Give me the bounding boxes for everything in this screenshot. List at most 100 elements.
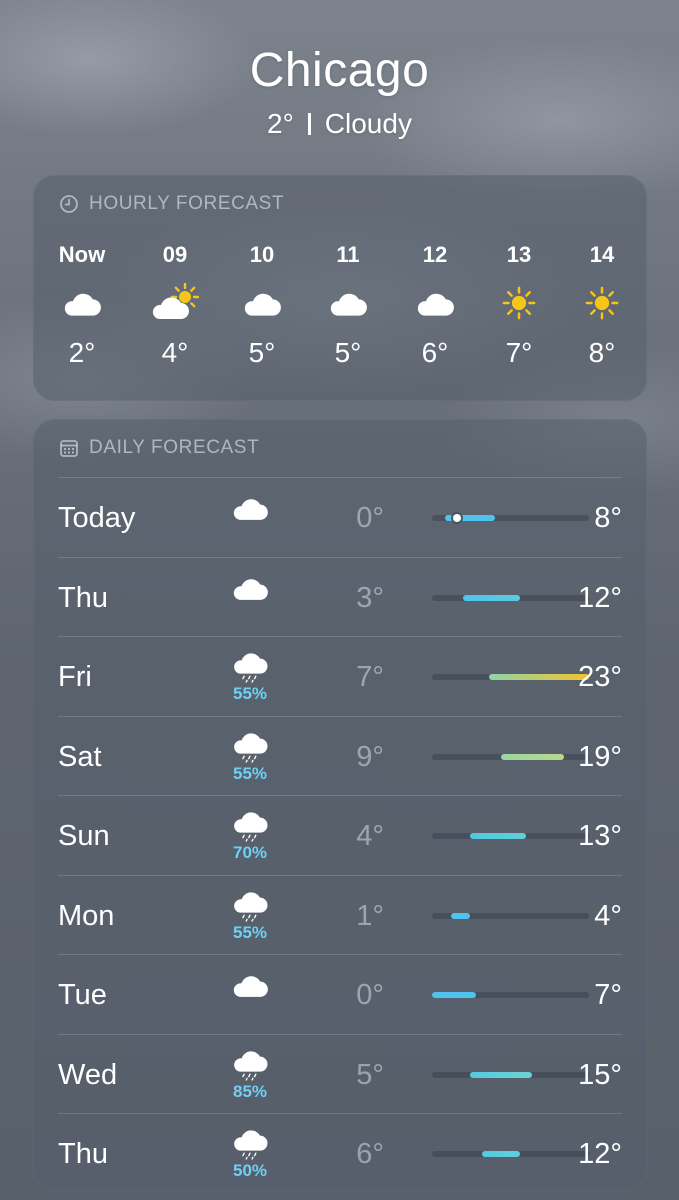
high-temp: 19°	[578, 740, 622, 773]
rain-cloud-icon	[228, 806, 272, 846]
hour-time: 09	[162, 242, 188, 267]
low-temp: 7°	[356, 661, 384, 693]
low-temp: 9°	[356, 740, 384, 773]
cloud-icon	[228, 965, 272, 1005]
weather-icon-cell	[228, 568, 272, 606]
weather-icon-cell: 55%	[228, 886, 272, 942]
low-temp: 0°	[356, 502, 384, 534]
calendar-icon	[60, 440, 78, 457]
day-label: Fri	[58, 661, 92, 693]
low-temp: 5°	[356, 1058, 384, 1091]
day-label: Thu	[58, 581, 108, 614]
high-temp: 12°	[578, 581, 622, 614]
cloud-icon	[222, 281, 302, 325]
day-label: Tue	[58, 979, 107, 1011]
daily-row[interactable]: Tue 0° 7°	[58, 954, 622, 1034]
hourly-forecast-header: HOURLY FORECAST	[59, 193, 284, 215]
hourly-item: 12 6°	[395, 241, 475, 371]
hour-temp: 5°	[248, 337, 276, 368]
day-label: Today	[58, 502, 136, 534]
hourly-item: Now 2°	[42, 241, 122, 371]
cloud-icon	[42, 281, 122, 325]
hourly-item: 14 8°	[562, 241, 642, 371]
daily-row[interactable]: Thu 50% 6° 12°	[58, 1113, 622, 1193]
current-condition: Cloudy	[324, 108, 412, 139]
daily-row[interactable]: Today 0° 8°	[58, 477, 622, 557]
hourly-item: 09 4°	[135, 241, 215, 371]
temp-range-fill	[463, 594, 520, 601]
temp-range-fill	[432, 992, 476, 998]
daily-row[interactable]: Fri 55% 7° 23°	[58, 636, 622, 716]
high-temp: 15°	[578, 1058, 622, 1091]
high-temp: 12°	[578, 1138, 622, 1170]
day-label: Mon	[58, 899, 115, 932]
sun-icon	[562, 281, 642, 325]
precip-chance: 55%	[232, 684, 268, 703]
hourly-forecast-title: HOURLY FORECAST	[89, 193, 285, 214]
daily-list: Today 0° 8° Thu 3° 12° Fri 55% 7° 23° Sat	[58, 477, 622, 1193]
cloud-icon	[395, 281, 475, 325]
daily-forecast-header: DAILY FORECAST	[59, 437, 259, 459]
temp-range-bar	[432, 594, 589, 601]
temp-range-fill	[470, 833, 526, 839]
low-temp: 1°	[356, 899, 384, 932]
day-label: Sun	[58, 820, 110, 852]
low-temp: 0°	[356, 979, 384, 1011]
high-temp: 7°	[594, 979, 622, 1011]
cloud-icon	[308, 281, 388, 325]
clock-icon	[60, 195, 78, 213]
current-conditions: 2° Cloudy	[0, 104, 679, 144]
separator	[307, 113, 311, 135]
rain-cloud-icon	[228, 1124, 272, 1164]
weather-icon-cell: 70%	[228, 806, 272, 862]
day-label: Wed	[58, 1058, 118, 1091]
hourly-forecast-card[interactable]: HOURLY FORECAST Now 2° 09 4° 10 5° 11 5° 12 …	[33, 175, 647, 401]
hour-temp: 6°	[421, 337, 449, 368]
hour-temp: 4°	[161, 337, 189, 368]
precip-chance: 55%	[232, 922, 268, 942]
high-temp: 23°	[578, 661, 622, 693]
daily-row[interactable]: Sun 70% 4° 13°	[58, 795, 622, 875]
weather-icon-cell: 55%	[228, 647, 272, 703]
high-temp: 4°	[594, 899, 622, 932]
rain-cloud-icon	[228, 727, 272, 767]
hour-time: 10	[249, 242, 275, 267]
temp-range-bar	[432, 1071, 589, 1078]
hourly-list[interactable]: Now 2° 09 4° 10 5° 11 5° 12 6° 13 7° 14 8°	[33, 241, 647, 381]
hour-temp: 5°	[334, 337, 362, 368]
temp-range-bar	[432, 912, 589, 919]
weather-icon-cell: 85%	[228, 1045, 272, 1101]
temp-range-fill	[482, 1151, 520, 1157]
precip-chance: 50%	[232, 1161, 268, 1180]
rain-cloud-icon	[228, 647, 272, 687]
hourly-item: 10 5°	[222, 241, 302, 371]
hour-temp: 8°	[588, 337, 616, 368]
hourly-item: 13 7°	[479, 241, 559, 371]
hour-time: Now	[58, 242, 106, 267]
day-label: Thu	[58, 1138, 108, 1170]
rain-cloud-icon	[228, 886, 272, 926]
daily-row[interactable]: Thu 3° 12°	[58, 556, 622, 637]
daily-row[interactable]: Wed 85% 5° 15°	[58, 1033, 622, 1114]
low-temp: 4°	[356, 820, 384, 852]
hour-time: 13	[506, 242, 532, 267]
temp-range-bar	[432, 514, 589, 522]
daily-row[interactable]: Mon 55% 1° 4°	[58, 874, 622, 955]
hour-temp: 7°	[505, 337, 533, 368]
temp-range-fill	[501, 753, 564, 760]
daily-forecast-card[interactable]: DAILY FORECAST Today 0° 8° Thu 3° 12° Fri …	[33, 419, 647, 1191]
temp-range-bar	[432, 992, 589, 998]
weather-icon-cell	[228, 488, 272, 526]
temp-range-bar	[432, 833, 589, 839]
temp-range-bar	[432, 674, 589, 680]
temp-range-bar	[432, 1151, 589, 1157]
hour-time: 11	[336, 242, 360, 267]
daily-row[interactable]: Sat 55% 9° 19°	[58, 715, 622, 796]
high-temp: 8°	[594, 502, 622, 534]
weather-icon-cell	[228, 965, 272, 1003]
temp-range-fill	[451, 912, 470, 919]
precip-chance: 85%	[232, 1081, 268, 1101]
weather-icon-cell: 55%	[228, 727, 272, 783]
precip-chance: 70%	[232, 843, 268, 862]
day-label: Sat	[58, 740, 102, 773]
